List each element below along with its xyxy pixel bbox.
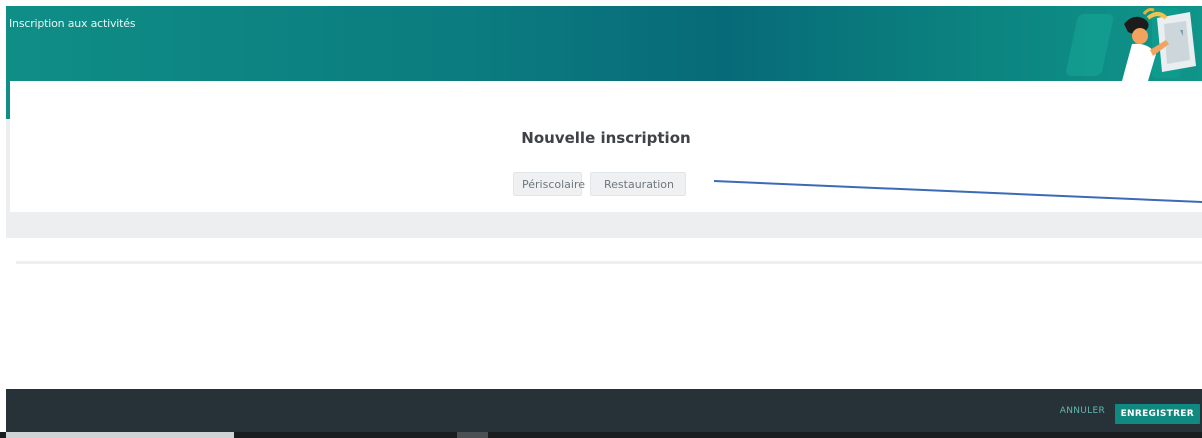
card-title: Nouvelle inscription — [521, 129, 691, 147]
activity-tabs: Périscolaire Restauration — [513, 172, 686, 196]
taskbar-item[interactable] — [6, 432, 234, 438]
header-banner: Inscription aux activités — [6, 6, 1202, 81]
page-title: Inscription aux activités — [9, 17, 136, 30]
new-registration-card: Nouvelle inscription Périscolaire Restau… — [10, 81, 1202, 212]
taskbar-strip — [0, 432, 1202, 438]
cancel-button[interactable]: ANNULER — [1060, 406, 1105, 416]
tab-restauration[interactable]: Restauration — [590, 172, 686, 196]
save-button[interactable]: ENREGISTRER — [1114, 404, 1200, 424]
person-with-tablet-illustration — [1066, 8, 1196, 81]
section-divider — [16, 261, 1202, 264]
action-bar: ANNULER ENREGISTRER — [6, 389, 1202, 432]
taskbar-item[interactable] — [457, 432, 488, 438]
tab-periscolaire[interactable]: Périscolaire — [513, 172, 585, 196]
